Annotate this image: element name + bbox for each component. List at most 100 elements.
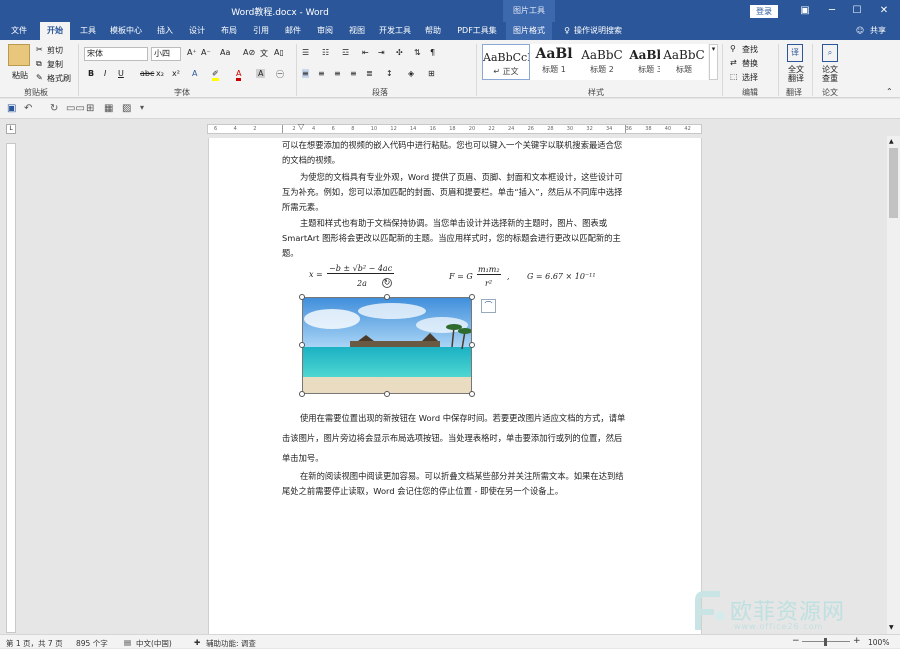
tab-layout[interactable]: 布局 [216,22,242,40]
scroll-up-icon[interactable]: ▲ [889,138,894,145]
superscript-button[interactable]: x² [172,69,180,78]
tab-help[interactable]: 帮助 [420,22,446,40]
resize-handle-e[interactable] [469,342,475,348]
vertical-ruler[interactable] [6,143,16,633]
maximize-icon[interactable]: ☐ [845,0,869,22]
formula-gravity-lhs[interactable]: F = G [449,272,473,281]
align-left-icon[interactable]: ≡ [350,69,357,78]
word-count[interactable]: 895 个字 [76,638,108,649]
accessibility-status[interactable]: 辅助功能: 调查 [206,638,256,649]
grow-font-icon[interactable]: A⁺ [187,48,197,57]
sort-icon[interactable]: ⇅ [414,48,421,57]
formula-gravity-denominator[interactable]: r² [485,279,492,288]
increase-indent-icon[interactable]: ⇥ [378,48,385,57]
font-color-icon[interactable]: A [236,69,242,81]
style-heading-2[interactable]: AaBbC 标题 2 [578,44,626,80]
horizontal-ruler[interactable]: ▽ 6 4 2 2 4 6 8 10 12 14 16 18 20 22 24 26 28 30 32 34 36 38 4… [207,122,702,134]
tab-design[interactable]: 设计 [184,22,210,40]
paragraph-1[interactable]: 可以在想要添加的视频的嵌入代码中进行粘贴。您也可以键入一个关键字以联机搜索最适合… [282,138,626,168]
highlight-icon[interactable]: ✐ [212,69,219,81]
copy-icon[interactable]: ⧉ [36,59,42,69]
resize-handle-s[interactable] [384,391,390,397]
tab-selector-icon[interactable]: L [6,124,16,134]
rotate-handle-icon[interactable]: ↻ [382,278,392,288]
layout-icon[interactable]: ▭▭ [66,103,85,114]
tab-developer[interactable]: 开发工具 [376,22,414,40]
proofing-icon[interactable]: ▤ [124,638,131,647]
align-right-icon[interactable]: ≡ [334,69,341,78]
subscript-button[interactable]: x₂ [156,69,164,78]
resize-handle-nw[interactable] [299,294,305,300]
customize-qat-icon[interactable]: ▾ [140,103,144,112]
style-heading-1[interactable]: AaBl 标题 1 [530,44,578,80]
cut-button[interactable]: 剪切 [47,45,63,56]
tab-view[interactable]: 视图 [344,22,370,40]
resize-handle-se[interactable] [469,391,475,397]
clear-format-icon[interactable]: A⊘ [243,48,255,57]
format-painter-icon[interactable]: ✎ [36,73,43,82]
font-name-select[interactable]: 宋体 [84,47,148,61]
grid-icon[interactable]: ⊞ [86,103,94,114]
numbering-icon[interactable]: ☷ [322,48,329,57]
paragraph-4[interactable]: 使用在需要位置出现的新按钮在 Word 中保存时间。若要更改图片适应文档的方式，… [282,408,626,468]
document-page[interactable]: 可以在想要添加的视频的嵌入代码中进行粘贴。您也可以键入一个关键字以联机搜索最适合… [208,138,702,634]
distributed-icon[interactable]: ≣ [366,69,373,78]
paragraph-2[interactable]: 为使您的文档具有专业外观，Word 提供了页眉、页脚、封面和文本框设计，这些设计… [282,170,626,215]
paper-check-icon[interactable]: ⌕ [822,44,838,62]
zoom-out-icon[interactable]: − [792,636,800,646]
line-spacing-icon[interactable]: ↕ [386,69,393,78]
paragraph-5[interactable]: 在新的阅读视图中阅读更加容易。可以折叠文档某些部分并关注所需文本。如果在达到结尾… [282,469,626,499]
table-icon[interactable]: ▦ [104,103,113,114]
align-justify-icon[interactable]: ≡ [302,69,309,78]
replace-button[interactable]: 替换 [742,58,758,69]
close-icon[interactable]: ✕ [872,0,896,22]
align-center-icon[interactable]: ≡ [318,69,325,78]
full-text-translate-button[interactable]: 全文翻译 [786,65,806,83]
tab-mailings[interactable]: 邮件 [280,22,306,40]
format-painter-button[interactable]: 格式刷 [47,73,71,84]
save-icon[interactable]: ▣ [7,103,16,114]
find-icon[interactable]: ⚲ [730,44,736,53]
paragraph-3[interactable]: 主题和样式也有助于文档保持协调。当您单击设计并选择新的主题时，图片、图表或 Sm… [282,216,626,261]
formula-quadratic-numerator[interactable]: −b ± √b² − 4ac [327,264,395,274]
copy-button[interactable]: 复制 [47,59,63,70]
resize-handle-sw[interactable] [299,391,305,397]
find-button[interactable]: 查找 [742,44,758,55]
formula-constant[interactable]: G = 6.67 × 10⁻¹¹ [527,272,596,281]
strikethrough-button[interactable]: abc [140,69,154,78]
change-case-icon[interactable]: Aa [220,48,230,57]
zoom-slider-thumb[interactable] [824,638,827,646]
ribbon-display-icon[interactable]: ▣ [793,0,817,22]
translate-icon[interactable]: 译 [787,44,803,62]
zoom-level[interactable]: 100% [868,638,889,647]
scroll-thumb[interactable] [889,148,898,218]
tab-picture-format[interactable]: 图片格式 [506,22,552,40]
replace-icon[interactable]: ⇄ [730,58,737,67]
borders-icon[interactable]: ⊞ [428,69,435,78]
formula-quadratic-denominator[interactable]: 2a [357,279,367,288]
picture-icon[interactable]: ▨ [122,103,131,114]
tab-home[interactable]: 开始 [40,22,70,40]
underline-button[interactable]: U [118,69,124,78]
enclose-char-icon[interactable]: ㊀ [276,69,284,80]
paper-check-button[interactable]: 论文查重 [820,65,840,83]
resize-handle-ne[interactable] [469,294,475,300]
show-marks-icon[interactable]: ¶ [430,48,435,57]
chinese-layout-icon[interactable]: ✣ [396,48,403,57]
redo-icon[interactable]: ↻ [50,103,58,114]
zoom-in-icon[interactable]: + [853,636,861,646]
bold-button[interactable]: B [88,69,94,78]
char-border-icon[interactable]: A▯ [274,48,284,57]
tell-me-search[interactable]: 操作说明搜索 [574,22,630,40]
vertical-scrollbar[interactable]: ▲ ▼ [887,136,900,634]
tab-review[interactable]: 审阅 [312,22,338,40]
tab-template-center[interactable]: 模板中心 [106,22,146,40]
login-button[interactable]: 登录 [750,5,778,18]
layout-options-icon[interactable]: ⌒ [481,299,496,313]
cut-icon[interactable]: ✂ [36,45,43,54]
tab-insert[interactable]: 插入 [152,22,178,40]
style-title[interactable]: AaBbC 标题 [660,44,708,80]
multilevel-list-icon[interactable]: ☲ [342,48,349,57]
italic-button[interactable]: I [104,69,106,78]
tab-tools[interactable]: 工具 [74,22,102,40]
